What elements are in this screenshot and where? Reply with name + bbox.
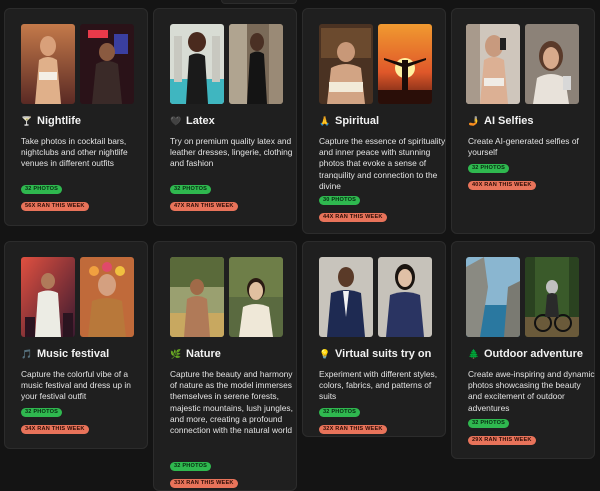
photo-count-badge: 32 PHOTOS xyxy=(468,164,510,173)
runs-badge: 29X RAN THIS WEEK xyxy=(468,436,536,445)
ai-selfies-photo-1 xyxy=(466,24,520,104)
card-description: Capture the beauty and harmony of nature… xyxy=(170,369,293,436)
nature-photo-2 xyxy=(229,257,283,337)
collection-card-spiritual[interactable]: 🙏 Spiritual Capture the essence of spirit… xyxy=(302,8,446,234)
collection-card-music-festival[interactable]: 🎵 Music festival Capture the colorful vib… xyxy=(4,241,148,449)
runs-badge: 47X RAN THIS WEEK xyxy=(170,202,238,211)
tree-icon: 🌲 xyxy=(468,349,480,359)
leaf-icon: 🌿 xyxy=(170,349,182,359)
card-title: 🎵 Music festival xyxy=(21,348,110,360)
card-description: Capture the colorful vibe of a music fes… xyxy=(21,369,131,402)
runs-badge: 34X RAN THIS WEEK xyxy=(21,425,89,434)
collection-card-virtual-suits[interactable]: 💡 Virtual suits try on Experiment with di… xyxy=(302,241,446,437)
ai-selfies-photo-2 xyxy=(525,24,579,104)
music-note-icon: 🎵 xyxy=(21,349,33,359)
selfie-icon: 🤳 xyxy=(468,116,480,126)
music-festival-photo-2 xyxy=(80,257,134,337)
spiritual-photo-2 xyxy=(378,24,432,104)
latex-photo-1 xyxy=(170,24,224,104)
photo-count-badge: 32 PHOTOS xyxy=(468,419,510,428)
collection-card-ai-selfies[interactable]: 🤳 AI Selfies Create AI-generated selfies … xyxy=(451,8,595,234)
runs-badge: 56X RAN THIS WEEK xyxy=(21,202,89,211)
previous-row-card-edge xyxy=(221,0,297,4)
latex-photo-2 xyxy=(229,24,283,104)
card-description: Capture the essence of spirituality and … xyxy=(319,136,446,191)
runs-badge: 33X RAN THIS WEEK xyxy=(170,479,238,488)
card-description: Create AI-generated selfies of yourself xyxy=(468,136,579,158)
card-description: Experiment with different styles, colors… xyxy=(319,369,438,402)
outdoor-adventure-photo-1 xyxy=(466,257,520,337)
runs-badge: 32X RAN THIS WEEK xyxy=(319,425,387,434)
light-bulb-icon: 💡 xyxy=(319,349,331,359)
photo-count-badge: 32 PHOTOS xyxy=(21,408,63,417)
nightlife-photo-1 xyxy=(21,24,75,104)
collection-card-latex[interactable]: 🖤 Latex Try on premium quality latex and … xyxy=(153,8,297,226)
spiritual-photo-1 xyxy=(319,24,373,104)
card-description: Take photos in cocktail bars, nightclubs… xyxy=(21,136,128,169)
photo-count-badge: 32 PHOTOS xyxy=(170,185,212,194)
black-heart-icon: 🖤 xyxy=(170,116,182,126)
photo-count-badge: 32 PHOTOS xyxy=(21,185,63,194)
collection-card-outdoor-adventure[interactable]: 🌲 Outdoor adventure Create awe-inspiring … xyxy=(451,241,595,459)
nightlife-photo-2 xyxy=(80,24,134,104)
outdoor-adventure-photo-2 xyxy=(525,257,579,337)
card-title: 🖤 Latex xyxy=(170,115,215,127)
card-title: 🤳 AI Selfies xyxy=(468,115,534,127)
photo-count-badge: 32 PHOTOS xyxy=(319,408,361,417)
card-description: Create awe-inspiring and dynamic photos … xyxy=(468,369,595,413)
virtual-suits-photo-2 xyxy=(378,257,432,337)
praying-hands-icon: 🙏 xyxy=(319,116,331,126)
photo-count-badge: 32 PHOTOS xyxy=(170,462,212,471)
card-title: 🙏 Spiritual xyxy=(319,115,380,127)
card-description: Try on premium quality latex and leather… xyxy=(170,136,293,169)
runs-badge: 40X RAN THIS WEEK xyxy=(468,181,536,190)
card-title: 🍸 Nightlife xyxy=(21,115,81,127)
virtual-suits-photo-1 xyxy=(319,257,373,337)
collection-card-nature[interactable]: 🌿 Nature Capture the beauty and harmony o… xyxy=(153,241,297,491)
card-title: 💡 Virtual suits try on xyxy=(319,348,432,360)
runs-badge: 44X RAN THIS WEEK xyxy=(319,213,387,222)
photo-count-badge: 30 PHOTOS xyxy=(319,196,361,205)
cocktail-icon: 🍸 xyxy=(21,116,33,126)
card-title: 🌲 Outdoor adventure xyxy=(468,348,584,360)
nature-photo-1 xyxy=(170,257,224,337)
collection-card-nightlife[interactable]: 🍸 Nightlife Take photos in cocktail bars,… xyxy=(4,8,148,226)
music-festival-photo-1 xyxy=(21,257,75,337)
card-title: 🌿 Nature xyxy=(170,348,221,360)
